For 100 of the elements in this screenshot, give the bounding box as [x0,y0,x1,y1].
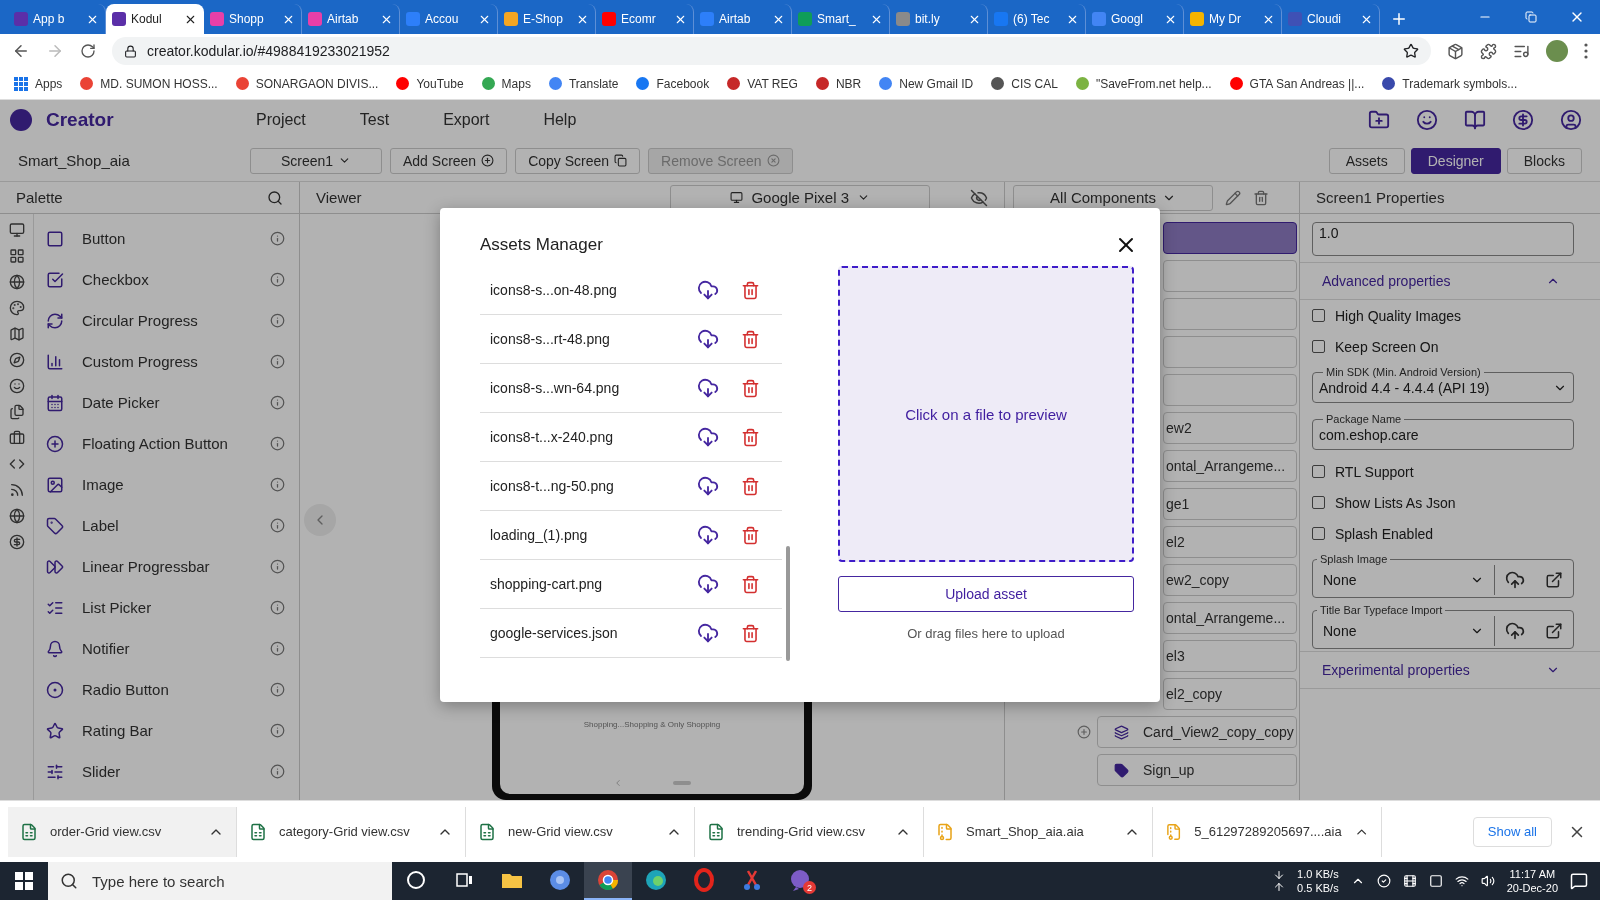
bookmark[interactable]: NBR [815,76,862,91]
face-icon[interactable] [8,378,25,394]
download-item[interactable]: category-Grid view.csv [237,806,466,857]
info-icon[interactable] [270,641,285,656]
bookmark[interactable]: "SaveFrom.net help... [1075,76,1212,91]
checkbox[interactable] [1312,527,1325,540]
palette-item[interactable]: Radio Button [82,681,252,698]
text-field[interactable]: 1.0 [1312,222,1574,256]
browser-tab[interactable]: Kodul [106,4,204,34]
download-button[interactable] [697,524,719,546]
bookmark[interactable]: SONARGAON DIVIS... [235,76,379,91]
download-item[interactable]: 5_61297289205697....aia [1153,806,1382,857]
info-icon[interactable] [270,764,285,779]
bookmark[interactable]: MD. SUMON HOSS... [80,76,218,91]
component-item[interactable]: Card_View2_copy_copy [1097,716,1297,748]
palette-item[interactable]: Linear Progressbar [82,558,252,575]
upload-icon[interactable] [1505,621,1525,641]
palette-item[interactable]: List Picker [82,599,252,616]
delete-button[interactable] [741,574,760,594]
palette-item[interactable]: Notifier [82,640,252,657]
windows-icon[interactable] [15,872,33,890]
checkbox[interactable] [1312,340,1325,353]
info-icon[interactable] [270,559,285,574]
reload-icon[interactable] [80,43,96,59]
info-icon[interactable] [270,600,285,615]
palette-item[interactable]: Slider [82,763,252,780]
delete-button[interactable] [741,525,760,545]
new-tab-icon[interactable] [1390,10,1408,28]
film-icon[interactable] [1402,874,1417,888]
bookmark[interactable]: VAT REG [727,76,798,91]
asset-name[interactable]: icons8-s...on-48.png [490,282,697,298]
bookmark[interactable]: GTA San Andreas ||... [1229,76,1365,91]
upload-button[interactable]: Upload asset [838,576,1134,612]
taskbar-search[interactable]: Type here to search [48,862,392,900]
component-item[interactable]: ge1 [1163,488,1297,520]
cube-icon[interactable] [1447,42,1464,60]
bookmark[interactable]: Apps [14,76,63,91]
asset-name[interactable]: icons8-s...wn-64.png [490,380,697,396]
checkbox[interactable] [1312,465,1325,478]
book-icon[interactable] [1464,109,1486,131]
info-icon[interactable] [270,682,285,697]
download-button[interactable] [697,622,719,644]
text-field[interactable]: Package Name com.eshop.care [1312,413,1574,450]
download-button[interactable] [697,475,719,497]
component-item[interactable]: Sign_up [1097,754,1297,786]
component-item[interactable]: ontal_Arrangeme... [1163,450,1297,482]
monitor-icon[interactable] [8,222,25,238]
delete-button[interactable] [741,378,760,398]
rss-icon[interactable] [8,482,25,498]
download-item[interactable]: Smart_Shop_aia.aia [924,806,1153,857]
delete-button[interactable] [741,280,760,300]
wifi-icon[interactable] [1454,874,1469,888]
palette-item[interactable]: Floating Action Button [82,435,252,452]
palette-item[interactable]: Date Picker [82,394,252,411]
checkbox[interactable] [1312,496,1325,509]
toolbar-button[interactable]: Copy Screen [515,147,641,174]
download-item[interactable]: new-Grid view.csv [466,806,695,857]
wave-icon[interactable] [644,868,668,892]
toolbar-button[interactable]: Add Screen [390,147,508,174]
face-icon[interactable] [1416,109,1438,131]
search-icon[interactable] [267,189,283,206]
globe-icon[interactable] [8,508,25,524]
browser-icon[interactable] [596,868,620,892]
volume-icon[interactable] [1480,874,1495,888]
open-external-icon[interactable] [1545,571,1563,589]
info-icon[interactable] [270,723,285,738]
trash-icon[interactable] [1253,189,1269,206]
globe-icon[interactable] [8,274,25,290]
bookmark[interactable]: New Gmail ID [879,76,974,91]
user-icon[interactable] [1560,109,1582,131]
circle-icon[interactable] [404,868,428,892]
briefcase-icon[interactable] [8,430,25,446]
asset-name[interactable]: loading_(1).png [490,527,697,543]
grid-icon[interactable] [8,248,25,264]
asset-name[interactable]: icons8-t...x-240.png [490,429,697,445]
info-icon[interactable] [270,518,285,533]
notifications-icon[interactable] [1570,872,1588,890]
bookmark[interactable]: YouTube [396,76,464,91]
download-button[interactable] [697,377,719,399]
files-icon[interactable] [8,404,25,420]
dollar-icon[interactable] [1512,109,1534,131]
section-header[interactable]: Advanced properties [1300,262,1600,300]
ring-icon[interactable] [692,868,716,892]
upload-icon[interactable] [1505,570,1525,590]
avatar[interactable] [1546,40,1568,62]
puzzle-icon[interactable] [1480,42,1497,60]
component-item[interactable]: el2 [1163,526,1297,558]
select-field[interactable]: Min SDK (Min. Android Version) Android 4.4 - 4.4.4 (API 19) [1312,366,1574,403]
select-field[interactable]: None [1313,616,1495,646]
download-button[interactable] [697,573,719,595]
code-icon[interactable] [8,456,25,472]
info-icon[interactable] [270,395,285,410]
component-item[interactable]: ew2 [1163,412,1297,444]
delete-button[interactable] [741,623,760,643]
component-item[interactable]: el3 [1163,640,1297,672]
asset-name[interactable]: icons8-s...rt-48.png [490,331,697,347]
delete-button[interactable] [741,476,760,496]
scrollbar[interactable] [786,546,790,661]
info-icon[interactable] [270,477,285,492]
delete-button[interactable] [741,329,760,349]
